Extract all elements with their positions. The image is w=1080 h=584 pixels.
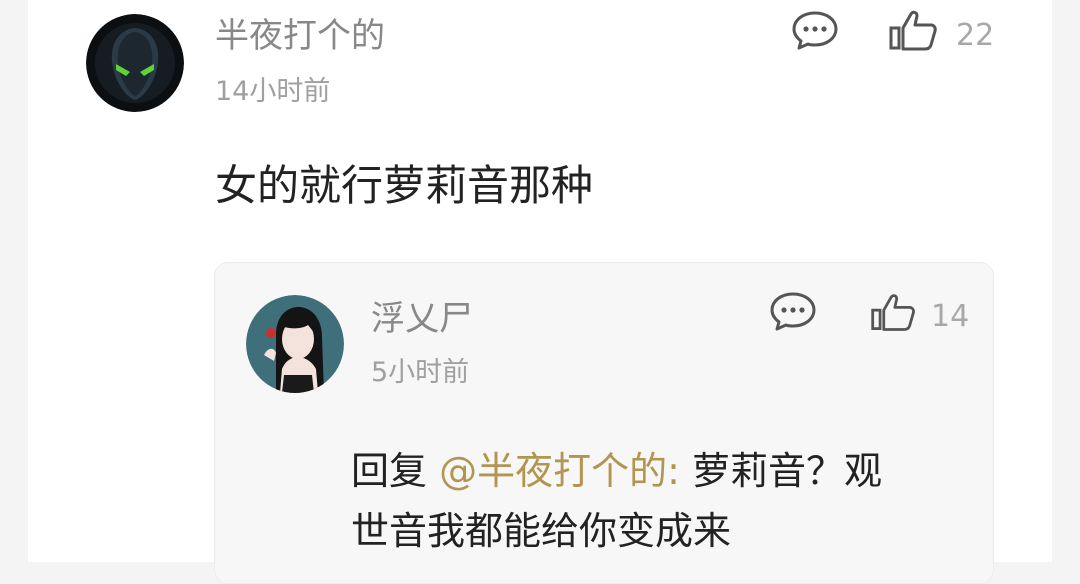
user-avatar[interactable] bbox=[86, 14, 184, 112]
comment-text: 女的就行萝莉音那种 bbox=[215, 161, 594, 210]
reply-text-line1: 萝莉音？观 bbox=[679, 449, 882, 493]
username[interactable]: 半夜打个的 bbox=[215, 16, 385, 56]
timestamp: 14小时前 bbox=[215, 76, 331, 107]
comment-card: 半夜打个的 14小时前 22 女的就行萝莉音那种 浮乂尸 5小时前 14 回复 … bbox=[28, 0, 1052, 584]
thumbs-up-icon[interactable] bbox=[887, 8, 939, 52]
thumbs-up-icon[interactable] bbox=[869, 291, 917, 333]
like-count: 22 bbox=[956, 18, 995, 53]
reply-avatar[interactable] bbox=[246, 295, 344, 393]
reply-prefix: 回复 bbox=[351, 449, 440, 493]
reply-timestamp: 5小时前 bbox=[371, 357, 470, 388]
comment-bubble-icon[interactable] bbox=[791, 10, 839, 50]
mention-link[interactable]: @半夜打个的: bbox=[439, 449, 680, 493]
reply-like-count: 14 bbox=[931, 299, 970, 334]
reply-username[interactable]: 浮乂尸 bbox=[371, 299, 473, 339]
reply-text-line2: 世音我都能给你变成来 bbox=[351, 509, 732, 553]
comment-bubble-icon[interactable] bbox=[769, 291, 817, 331]
reply-text: 回复 @半夜打个的: 萝莉音？观 世音我都能给你变成来 bbox=[351, 441, 951, 561]
reply-box: 浮乂尸 5小时前 14 回复 @半夜打个的: 萝莉音？观 世音我都能给你变成来 bbox=[214, 262, 994, 584]
